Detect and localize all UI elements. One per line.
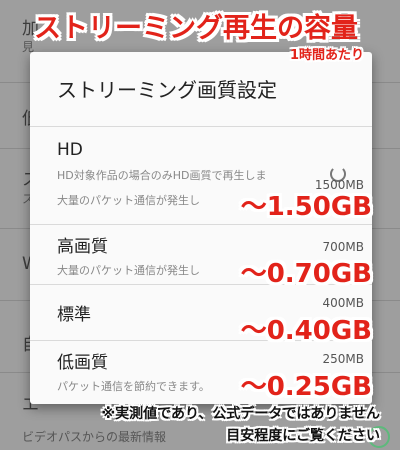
- title-banner: ストリーミング再生の容量 1時間あたり: [0, 0, 400, 68]
- option-description: 大量のパケット通信が発生し: [57, 264, 200, 277]
- disclaimer-line-1: ※実測値であり、公式データではありません: [101, 406, 381, 422]
- option-size: 250MB: [322, 352, 365, 366]
- low-size-annotation: 〜0.25GB: [240, 372, 372, 402]
- option-label: 低画質: [57, 353, 108, 373]
- hd-size-annotation: 〜1.50GB: [240, 192, 372, 222]
- bg-row-sub: ビデオパスからの最新情報: [22, 430, 167, 444]
- option-size: 700MB: [322, 240, 365, 254]
- option-description: 大量のパケット通信が発生し: [57, 194, 200, 207]
- option-label: 高画質: [57, 237, 108, 257]
- banner-title: ストリーミング再生の容量: [34, 13, 358, 44]
- standard-size-annotation: 〜0.40GB: [240, 316, 372, 346]
- option-description: パケット通信を節約できます。: [57, 380, 210, 393]
- option-size: 400MB: [322, 296, 365, 310]
- streaming-quality-dialog: ストリーミング画質設定 HD HD対象作品の場合のみHD画質で再生しま 大量のパ…: [30, 52, 372, 404]
- dialog-title: ストリーミング画質設定: [57, 78, 277, 102]
- option-description: HD対象作品の場合のみHD画質で再生しま: [57, 169, 267, 182]
- banner-subtitle: 1時間あたり: [289, 48, 364, 63]
- option-label: 標準: [57, 305, 91, 325]
- option-label: HD: [57, 140, 83, 160]
- high-size-annotation: 〜0.70GB: [240, 259, 372, 289]
- disclaimer-line-2: 目安程度にご覧ください: [226, 428, 380, 444]
